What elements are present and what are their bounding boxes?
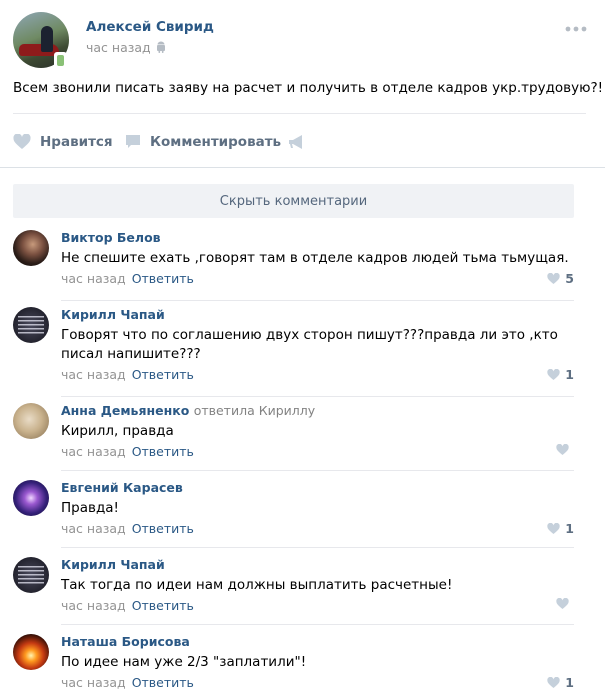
divider [13,113,586,114]
comment-item: Анна Демьяненко ответила Кириллу Кирилл,… [13,403,574,478]
like-count: 5 [565,271,574,286]
heart-icon [547,368,560,380]
comment-meta: час назад Ответить [61,271,194,286]
comment-text: По идее нам уже 2/3 "заплатили"! [61,654,307,670]
comment-like-button[interactable]: 1 [547,521,574,536]
android-icon [157,41,165,53]
comment-time[interactable]: час назад [61,675,126,690]
comment-time[interactable]: час назад [61,444,126,459]
comment-item: Евгений Карасев Правда! час назад Ответит… [13,480,574,555]
section-divider [0,167,605,168]
commenter-name[interactable]: Виктор Белов [61,230,161,245]
share-button[interactable] [288,131,314,153]
post-header: Алексей Свирид час назад [13,12,593,69]
commenter-name[interactable]: Кирилл Чапай [61,307,165,322]
post-text: Всем звонили писать заяву на расчет и по… [13,80,604,96]
comment-like-button[interactable]: 5 [547,271,574,286]
post-actions: Нравится Комментировать [13,131,593,153]
comment-divider [61,396,574,397]
reply-to-label[interactable]: ответила Кириллу [194,403,315,418]
comment-like-button[interactable]: 1 [547,675,574,690]
comment-like-button[interactable] [556,444,574,456]
post-time[interactable]: час назад [86,40,151,55]
reply-link[interactable]: Ответить [132,367,194,382]
comment-time[interactable]: час назад [61,521,126,536]
megaphone-icon [289,135,302,149]
commenter-avatar[interactable] [13,480,49,516]
comment-like-button[interactable] [556,598,574,610]
reply-link[interactable]: Ответить [132,521,194,536]
like-button[interactable]: Нравится [13,131,113,153]
comment-text: Так тогда по идеи нам должны выплатить р… [61,577,453,593]
heart-icon [13,134,31,149]
heart-icon [556,598,569,610]
comment-button[interactable]: Комментировать [125,131,281,153]
hide-comments-button[interactable]: Скрыть комментарии [13,184,574,218]
comment-item: Кирилл Чапай Говорят что по соглашению д… [13,307,574,402]
reply-link[interactable]: Ответить [132,598,194,613]
commenter-avatar[interactable] [13,230,49,266]
comment-divider [61,547,574,548]
comment-label: Комментировать [150,134,282,150]
commenter-avatar[interactable] [13,634,49,670]
commenter-name[interactable]: Анна Демьяненко ответила Кириллу [61,403,315,418]
heart-icon [547,676,560,688]
more-options-icon[interactable] [565,26,587,32]
comment-meta: час назад Ответить [61,675,194,690]
reply-link[interactable]: Ответить [132,444,194,459]
comment-divider [61,300,574,301]
comment-item: Наташа Борисова По идее нам уже 2/3 "зап… [13,634,574,690]
commenter-name[interactable]: Евгений Карасев [61,480,183,495]
like-count: 1 [565,521,574,536]
comment-meta: час назад Ответить [61,444,194,459]
comment-like-button[interactable]: 1 [547,367,574,382]
commenter-avatar[interactable] [13,403,49,439]
comment-text: Кирилл, правда [61,423,174,439]
comment-time[interactable]: час назад [61,271,126,286]
comment-text: Говорят что по соглашению двух сторон пи… [61,327,558,362]
comment-text: Не спешите ехать ,говорят там в отделе к… [61,250,569,266]
comment-divider [61,624,574,625]
comment-meta: час назад Ответить [61,367,194,382]
commenter-avatar[interactable] [13,557,49,593]
comment-meta: час назад Ответить [61,598,194,613]
comment-item: Кирилл Чапай Так тогда по идеи нам должн… [13,557,574,632]
post-author-name[interactable]: Алексей Свирид [86,19,214,35]
heart-icon [547,272,560,284]
comment-time[interactable]: час назад [61,598,126,613]
comment-text: Правда! [61,500,119,516]
like-count: 1 [565,367,574,382]
comment-time[interactable]: час назад [61,367,126,382]
comment-meta: час назад Ответить [61,521,194,536]
reply-link[interactable]: Ответить [132,271,194,286]
mobile-online-icon [54,52,67,69]
comment-icon [126,135,140,148]
commenter-name[interactable]: Кирилл Чапай [61,557,165,572]
commenter-name[interactable]: Наташа Борисова [61,634,190,649]
heart-icon [547,522,560,534]
like-label: Нравится [40,134,113,150]
comment-divider [61,470,574,471]
like-count: 1 [565,675,574,690]
heart-icon [556,444,569,456]
reply-link[interactable]: Ответить [132,675,194,690]
comment-item: Виктор Белов Не спешите ехать ,говорят т… [13,230,574,305]
commenter-avatar[interactable] [13,307,49,343]
